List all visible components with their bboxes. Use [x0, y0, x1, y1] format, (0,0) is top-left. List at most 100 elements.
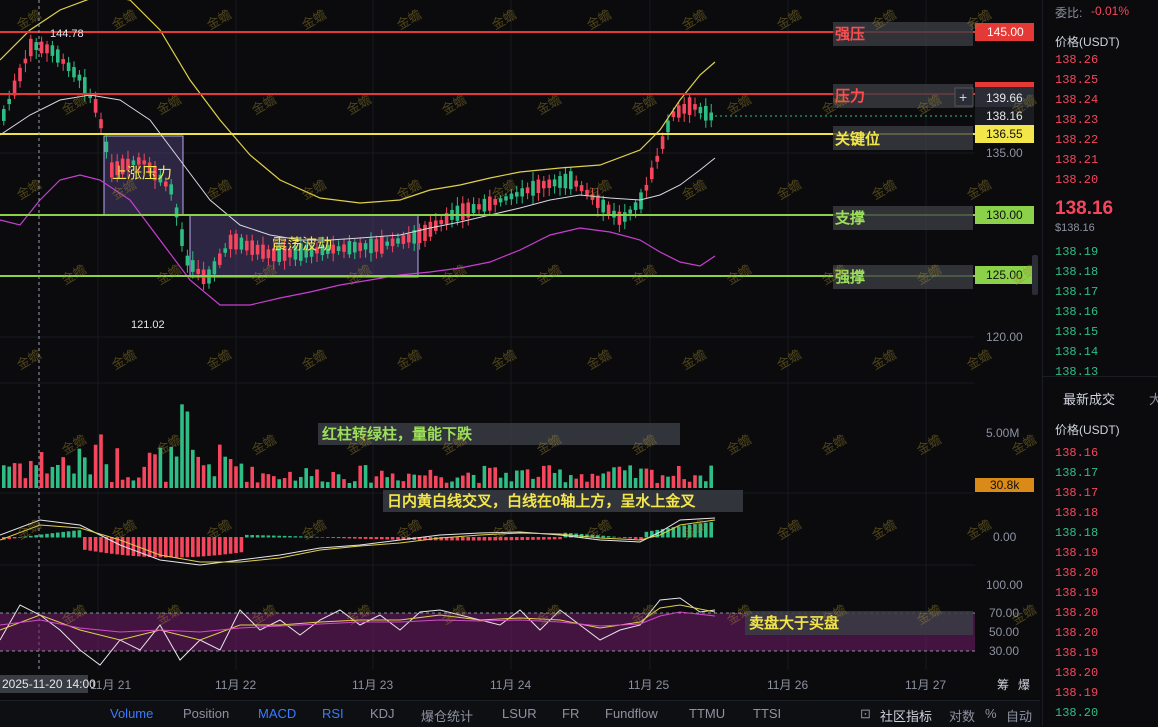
volume-bar	[677, 465, 681, 488]
candle-body	[77, 74, 82, 81]
indicator-tab-kdj[interactable]: KDJ	[370, 706, 395, 721]
panel-resize-handle[interactable]	[1032, 255, 1038, 295]
candle-body	[558, 176, 562, 188]
trade-price-row[interactable]: 138.18	[1055, 526, 1098, 540]
macd-bar	[363, 537, 368, 539]
indicator-tab-ttsi[interactable]: TTSI	[753, 706, 781, 721]
volume-bar	[34, 465, 38, 488]
bid-price-row[interactable]: 138.15	[1055, 325, 1098, 339]
macd-bar	[531, 537, 535, 540]
bid-price-row[interactable]: 138.18	[1055, 265, 1098, 279]
indicator-tab-rsi[interactable]: RSI	[322, 706, 344, 721]
volume-bar	[482, 465, 487, 488]
auto-scale-button[interactable]: 自动	[1006, 706, 1032, 725]
community-indicators-button[interactable]: 社区指标	[880, 706, 932, 725]
ask-price-row[interactable]: 138.24	[1055, 93, 1098, 107]
volume-bar	[363, 465, 368, 488]
macd-bar	[174, 537, 179, 558]
watermark-text: 金蟾	[914, 432, 944, 458]
macd-bar	[282, 535, 287, 538]
watermark-text: 金蟾	[774, 177, 804, 203]
indicator-tab-fundflow[interactable]: Fundflow	[605, 706, 658, 721]
candle-body	[606, 204, 611, 216]
macd-bar	[39, 534, 44, 538]
liquidation-button[interactable]: 爆	[1018, 678, 1030, 692]
trade-price-row[interactable]: 138.20	[1055, 666, 1098, 680]
watermark-text: 金蟾	[869, 347, 899, 373]
indicator-tab-ttmu[interactable]: TTMU	[689, 706, 725, 721]
candle-body	[7, 98, 11, 105]
volume-bar	[277, 479, 281, 488]
trade-price-row[interactable]: 138.20	[1055, 706, 1098, 720]
price-tag-bar	[975, 82, 1034, 87]
trade-price-row[interactable]: 138.16	[1055, 446, 1098, 460]
trade-price-row[interactable]: 138.17	[1055, 466, 1098, 480]
ask-price-row[interactable]: 138.23	[1055, 113, 1098, 127]
bid-price-row[interactable]: 138.16	[1055, 305, 1098, 319]
trade-price-row[interactable]: 138.17	[1055, 486, 1098, 500]
candle-body	[2, 109, 6, 121]
candle-body	[461, 203, 465, 221]
trade-price-row[interactable]: 138.18	[1055, 506, 1098, 520]
trade-price-row[interactable]: 138.19	[1055, 646, 1098, 660]
bid-price-row[interactable]: 138.17	[1055, 285, 1098, 299]
bid-price-row[interactable]: 138.14	[1055, 345, 1098, 359]
macd-bar	[336, 537, 341, 539]
volume-bar	[7, 466, 11, 488]
chip-dist-button[interactable]: 筹	[997, 678, 1009, 692]
ask-price-row[interactable]: 138.20	[1055, 173, 1098, 187]
ask-price-row[interactable]: 138.22	[1055, 133, 1098, 147]
ask-price-row[interactable]: 138.26	[1055, 53, 1098, 67]
watermark-text: 金蟾	[394, 7, 424, 33]
indicator-tab-volume[interactable]: Volume	[110, 706, 153, 721]
candle-body	[72, 67, 76, 78]
volume-axis-5m: 5.00M	[986, 426, 1019, 440]
log-scale-button[interactable]: 对数	[949, 706, 975, 725]
kline-chart[interactable]: 强压 压力 关键位 支撑 强撑 上涨压力 震荡波动 144.78 121.02 …	[0, 0, 1040, 700]
indicator-tab-lsur[interactable]: LSUR	[502, 706, 537, 721]
bid-price-row[interactable]: 138.19	[1055, 245, 1098, 259]
date-27: 11月 27	[905, 678, 946, 692]
volume-bar	[471, 474, 476, 488]
volume-bar	[250, 466, 254, 488]
volume-bar	[358, 465, 362, 488]
rsi-axis-50: 50.00	[989, 625, 1019, 639]
candle-body	[434, 220, 438, 231]
candle-body	[169, 184, 173, 195]
tab-latest-trades[interactable]: 最新成交	[1063, 389, 1115, 408]
macd-bar	[482, 537, 487, 541]
indicator-tab-macd[interactable]: MACD	[258, 706, 296, 721]
macd-bar	[66, 531, 71, 538]
ask-price-row[interactable]: 138.21	[1055, 153, 1098, 167]
percent-scale-button[interactable]: %	[985, 706, 997, 721]
macd-bar	[606, 536, 611, 538]
macd-bar	[56, 532, 60, 538]
trade-price-row[interactable]: 138.20	[1055, 606, 1098, 620]
watermark-text: 金蟾	[584, 7, 614, 33]
watermark-text: 金蟾	[59, 432, 89, 458]
trade-price-row[interactable]: 138.20	[1055, 566, 1098, 580]
date-24: 11月 24	[490, 678, 531, 692]
candle-body	[56, 49, 60, 63]
trade-price-row[interactable]: 138.20	[1055, 626, 1098, 640]
macd-bar	[331, 537, 335, 538]
volume-bar	[536, 476, 541, 488]
candle-body	[542, 180, 546, 189]
ask-price-row[interactable]: 138.25	[1055, 73, 1098, 87]
candle-body	[650, 167, 654, 180]
trade-price-row[interactable]: 138.19	[1055, 686, 1098, 700]
candle-body	[353, 242, 357, 253]
trade-price-row[interactable]: 138.19	[1055, 586, 1098, 600]
volume-bar	[299, 476, 303, 488]
macd-bar	[369, 537, 373, 540]
watermark-text: 金蟾	[489, 517, 519, 543]
indicator-tab-position[interactable]: Position	[183, 706, 229, 721]
indicator-tab-爆仓统计[interactable]: 爆仓统计	[421, 706, 473, 725]
indicator-tab-fr[interactable]: FR	[562, 706, 579, 721]
macd-bar	[380, 537, 384, 540]
tab-large-trades[interactable]: 大	[1149, 389, 1158, 408]
volume-bar	[234, 466, 238, 488]
trade-price-row[interactable]: 138.19	[1055, 546, 1098, 560]
candle-body	[574, 180, 578, 187]
volume-bar	[590, 473, 595, 488]
